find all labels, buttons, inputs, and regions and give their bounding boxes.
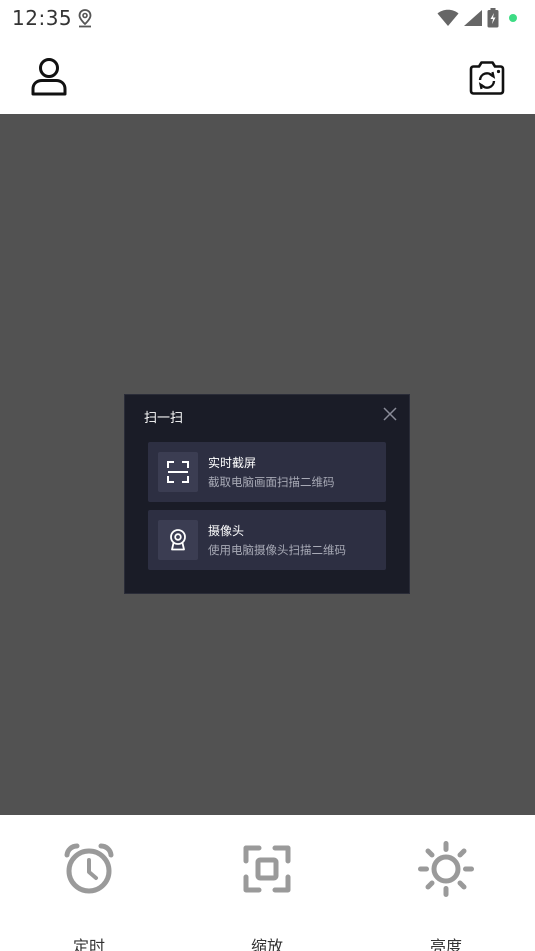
option-subtitle: 使用电脑摄像头扫描二维码 <box>208 543 346 557</box>
status-time: 12:35 <box>12 6 73 30</box>
notification-dot <box>509 14 517 22</box>
tool-label: 定时 <box>72 937 105 951</box>
status-icons <box>437 7 517 29</box>
close-icon[interactable] <box>383 407 397 421</box>
option-title: 实时截屏 <box>208 456 257 470</box>
scan-dialog: 扫一扫 实时截屏 截取电脑画面扫描二维码 摄像头 使用电脑摄像头扫描二维码 <box>124 394 410 594</box>
option-webcam[interactable]: 摄像头 使用电脑摄像头扫描二维码 <box>148 510 386 570</box>
dialog-title: 扫一扫 <box>144 411 184 426</box>
tool-label: 亮度 <box>429 937 462 951</box>
signal-icon <box>464 10 482 26</box>
status-bar: 12:35 <box>0 0 535 36</box>
wifi-icon <box>437 9 459 26</box>
scan-frame-icon <box>167 461 189 483</box>
camera-rotate-icon[interactable] <box>468 60 506 96</box>
top-bar <box>0 36 535 114</box>
battery-icon <box>487 8 499 28</box>
brightness-button[interactable]: 亮度 <box>386 841 506 951</box>
zoom-button[interactable]: 缩放 <box>207 841 327 951</box>
zoom-frame-icon <box>243 845 291 893</box>
option-icon-box <box>158 520 198 560</box>
webcam-icon <box>170 529 186 551</box>
user-icon[interactable] <box>28 56 70 98</box>
tool-label: 缩放 <box>250 937 283 951</box>
option-icon-box <box>158 452 198 492</box>
brightness-icon <box>418 841 474 897</box>
option-title: 摄像头 <box>208 524 245 538</box>
timer-button[interactable]: 定时 <box>29 841 149 951</box>
bottom-toolbar: 定时 缩放 亮度 <box>0 815 535 951</box>
alarm-clock-icon <box>64 843 114 894</box>
option-realtime-screenshot[interactable]: 实时截屏 截取电脑画面扫描二维码 <box>148 442 386 502</box>
option-subtitle: 截取电脑画面扫描二维码 <box>208 475 335 489</box>
location-icon <box>78 9 92 28</box>
